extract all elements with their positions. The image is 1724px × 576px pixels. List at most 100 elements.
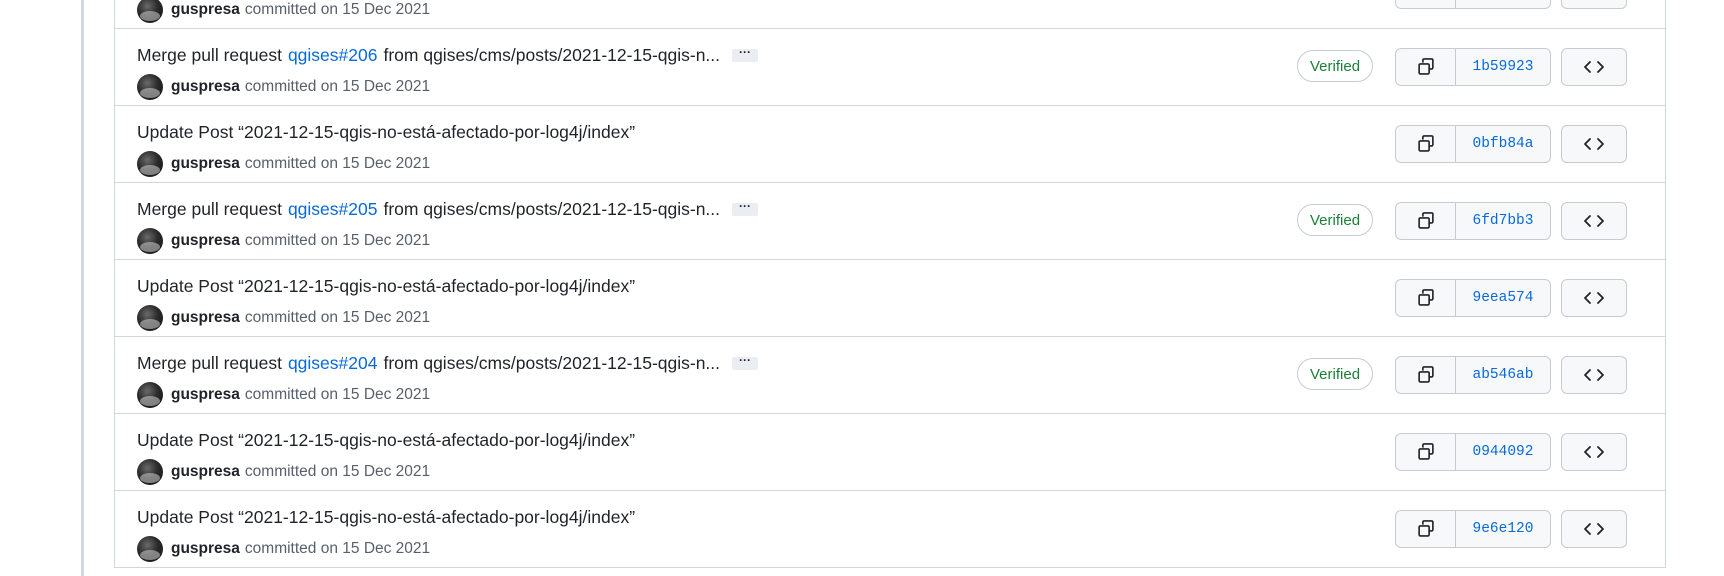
commit-row: Merge pull request qgises#204 from qgise…: [115, 337, 1665, 414]
verified-badge[interactable]: Verified: [1297, 50, 1374, 82]
sha-button-group: 1b59923: [1395, 48, 1551, 86]
verified-badge[interactable]: Verified: [1297, 204, 1374, 236]
commit-date-text: committed on 15 Dec 2021: [244, 78, 431, 95]
copy-sha-button[interactable]: [1396, 126, 1456, 162]
commit-sha-link[interactable]: 9e6e120: [1456, 511, 1550, 547]
commit-message[interactable]: Merge pull request: [137, 44, 282, 66]
author-link[interactable]: guspresa: [171, 1, 240, 19]
browse-repository-button[interactable]: [1561, 125, 1627, 163]
commit-title: Merge pull request qgises#205 from qgise…: [137, 198, 759, 220]
commit-date-text: committed on 15 Dec 2021: [244, 155, 431, 172]
avatar[interactable]: [137, 459, 163, 485]
commit-date-text: committed on 15 Dec 2021: [244, 386, 431, 403]
copy-sha-button[interactable]: [1396, 511, 1456, 547]
author-link[interactable]: guspresa: [171, 386, 240, 404]
copy-icon: [1416, 365, 1436, 385]
avatar[interactable]: [137, 305, 163, 331]
commit-list: guspresa committed on 15 Dec 2021 Merge …: [114, 0, 1666, 568]
browse-repository-button[interactable]: [1561, 279, 1627, 317]
commit-row: Update Post “2021-12-15-qgis-no-está-afe…: [115, 414, 1665, 491]
commit-title: Update Post “2021-12-15-qgis-no-está-afe…: [137, 429, 635, 451]
commit-date-text: committed on 15 Dec 2021: [244, 540, 431, 557]
expand-message-button[interactable]: ···: [732, 46, 759, 62]
verified-badge[interactable]: Verified: [1297, 358, 1374, 390]
avatar[interactable]: [137, 74, 163, 100]
pull-request-link[interactable]: qgises#206: [288, 44, 378, 66]
pull-request-link[interactable]: qgises#204: [288, 352, 378, 374]
commit-title: Update Post “2021-12-15-qgis-no-está-afe…: [137, 121, 635, 143]
author-link[interactable]: guspresa: [171, 232, 240, 250]
code-icon: [1583, 136, 1605, 152]
avatar[interactable]: [137, 536, 163, 562]
commit-date-text: committed on 15 Dec 2021: [244, 232, 431, 249]
copy-icon: [1416, 211, 1436, 231]
copy-sha-button[interactable]: [1396, 434, 1456, 470]
author-link[interactable]: guspresa: [171, 463, 240, 481]
avatar[interactable]: [137, 228, 163, 254]
author-link[interactable]: guspresa: [171, 540, 240, 558]
copy-icon: [1416, 288, 1436, 308]
commit-sha-link[interactable]: 0bfb84a: [1456, 126, 1550, 162]
browse-repository-button[interactable]: [1561, 510, 1627, 548]
commit-message[interactable]: Merge pull request: [137, 198, 282, 220]
expand-message-button[interactable]: ···: [732, 200, 759, 216]
avatar[interactable]: [137, 0, 163, 23]
commit-row: Merge pull request qgises#205 from qgise…: [115, 183, 1665, 260]
copy-icon: [1416, 519, 1436, 539]
browse-repository-button[interactable]: [1561, 48, 1627, 86]
copy-sha-button[interactable]: [1396, 280, 1456, 316]
avatar[interactable]: [137, 382, 163, 408]
commit-row: Update Post “2021-12-15-qgis-no-está-afe…: [115, 491, 1665, 568]
expand-message-button[interactable]: ···: [732, 354, 759, 370]
commit-meta: guspresa committed on 15 Dec 2021: [137, 74, 430, 100]
copy-sha-button[interactable]: [1396, 49, 1456, 85]
commit-message[interactable]: Update Post “2021-12-15-qgis-no-está-afe…: [137, 121, 635, 143]
copy-sha-button[interactable]: [1396, 203, 1456, 239]
commit-message[interactable]: Update Post “2021-12-15-qgis-no-está-afe…: [137, 506, 635, 528]
browse-repository-button[interactable]: [1561, 0, 1627, 9]
commit-sha-link[interactable]: [1456, 0, 1550, 8]
commit-title: Merge pull request qgises#204 from qgise…: [137, 352, 759, 374]
code-icon: [1583, 213, 1605, 229]
commit-meta: guspresa committed on 15 Dec 2021: [137, 382, 430, 408]
sha-button-group: 0bfb84a: [1395, 125, 1551, 163]
commit-title: Update Post “2021-12-15-qgis-no-está-afe…: [137, 506, 635, 528]
commit-sha-link[interactable]: 9eea574: [1456, 280, 1550, 316]
avatar[interactable]: [137, 151, 163, 177]
copy-sha-button[interactable]: [1396, 357, 1456, 393]
sha-button-group: 9e6e120: [1395, 510, 1551, 548]
commit-message-suffix[interactable]: from qgises/cms/posts/2021-12-15-qgis-n.…: [383, 44, 720, 66]
commit-meta: guspresa committed on 15 Dec 2021: [137, 228, 430, 254]
commit-message-suffix[interactable]: from qgises/cms/posts/2021-12-15-qgis-n.…: [383, 352, 720, 374]
commit-date-text: committed on 15 Dec 2021: [244, 309, 431, 326]
copy-sha-button[interactable]: [1396, 0, 1456, 8]
commit-row: Update Post “2021-12-15-qgis-no-está-afe…: [115, 260, 1665, 337]
commit-title: Merge pull request qgises#206 from qgise…: [137, 44, 759, 66]
commit-meta: guspresa committed on 15 Dec 2021: [137, 305, 430, 331]
author-link[interactable]: guspresa: [171, 78, 240, 96]
pull-request-link[interactable]: qgises#205: [288, 198, 378, 220]
sha-button-group: 0944092: [1395, 433, 1551, 471]
commit-message-suffix[interactable]: from qgises/cms/posts/2021-12-15-qgis-n.…: [383, 198, 720, 220]
browse-repository-button[interactable]: [1561, 356, 1627, 394]
commit-date-text: committed on 15 Dec 2021: [244, 1, 431, 18]
commit-message[interactable]: Update Post “2021-12-15-qgis-no-está-afe…: [137, 275, 635, 297]
commit-sha-link[interactable]: 6fd7bb3: [1456, 203, 1550, 239]
commit-message[interactable]: Merge pull request: [137, 352, 282, 374]
commit-title: Update Post “2021-12-15-qgis-no-está-afe…: [137, 275, 635, 297]
copy-icon: [1416, 57, 1436, 77]
commit-sha-link[interactable]: 0944092: [1456, 434, 1550, 470]
browse-repository-button[interactable]: [1561, 202, 1627, 240]
commit-row: guspresa committed on 15 Dec 2021: [115, 0, 1665, 29]
code-icon: [1583, 290, 1605, 306]
browse-repository-button[interactable]: [1561, 433, 1627, 471]
sha-button-group: 9eea574: [1395, 279, 1551, 317]
copy-icon: [1416, 134, 1436, 154]
code-icon: [1583, 367, 1605, 383]
author-link[interactable]: guspresa: [171, 309, 240, 327]
commit-sha-link[interactable]: 1b59923: [1456, 49, 1550, 85]
author-link[interactable]: guspresa: [171, 155, 240, 173]
commit-history-page: guspresa committed on 15 Dec 2021 Merge …: [0, 0, 1724, 576]
commit-message[interactable]: Update Post “2021-12-15-qgis-no-está-afe…: [137, 429, 635, 451]
commit-sha-link[interactable]: ab546ab: [1456, 357, 1550, 393]
